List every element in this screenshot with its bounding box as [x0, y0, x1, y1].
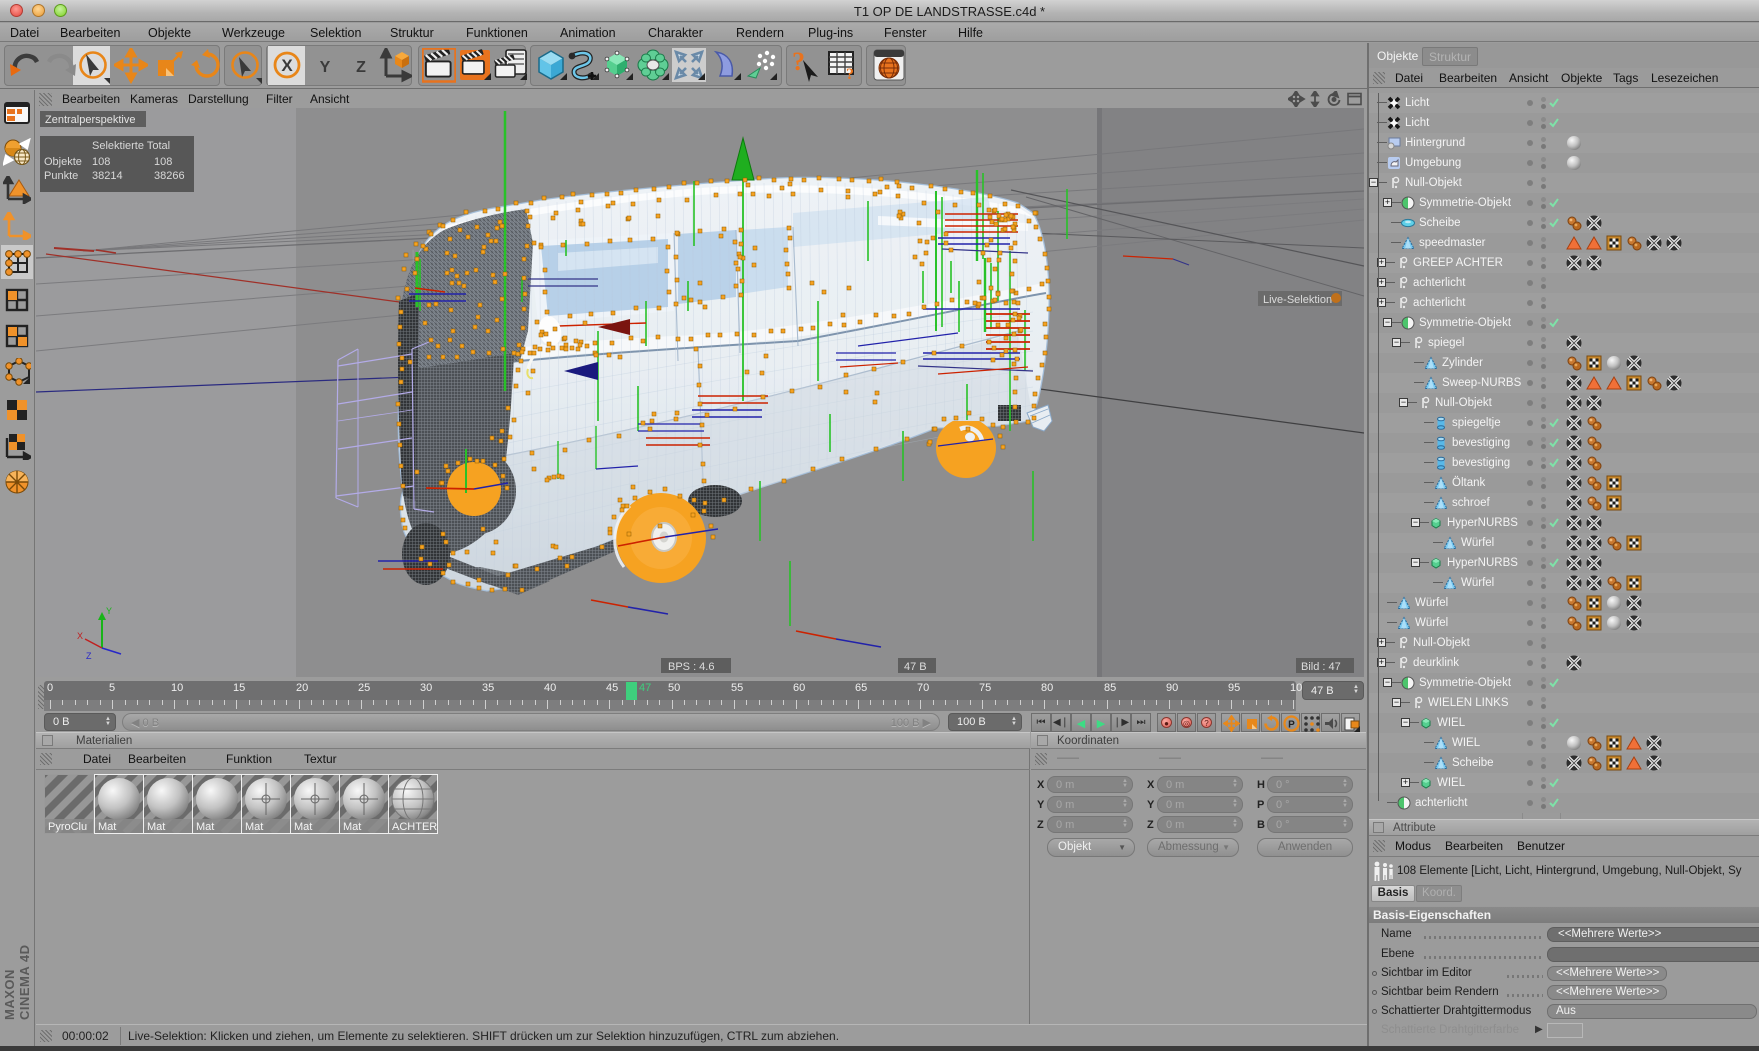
svg-text:BPS : 4.6: BPS : 4.6 [668, 661, 714, 673]
svg-text:PyroClu: PyroClu [48, 821, 87, 833]
svg-text:Y: Y [106, 606, 112, 616]
svg-text:?: ? [846, 66, 854, 83]
svg-text:Punkte: Punkte [44, 170, 78, 182]
svg-text:Objekte: Objekte [44, 156, 82, 168]
svg-text:Live-Selektion: Live-Selektion [1263, 294, 1332, 306]
svg-text:?: ? [792, 48, 805, 76]
svg-text:Mat: Mat [245, 821, 263, 833]
svg-text:Zentralperspektive: Zentralperspektive [45, 114, 136, 126]
svg-text:Mat: Mat [343, 821, 361, 833]
svg-text:Mat: Mat [147, 821, 165, 833]
svg-text:ACHTER: ACHTER [392, 821, 437, 833]
svg-text:Mat: Mat [196, 821, 214, 833]
svg-text:X: X [281, 56, 293, 75]
svg-text:108: 108 [154, 156, 172, 168]
svg-text:X: X [77, 631, 83, 641]
svg-text:38214: 38214 [92, 170, 123, 182]
svg-text:38266: 38266 [154, 170, 185, 182]
svg-text:Mat: Mat [294, 821, 312, 833]
svg-text:Z: Z [86, 651, 92, 661]
svg-text:Y: Y [320, 59, 331, 76]
svg-text:108: 108 [92, 156, 110, 168]
svg-text:P: P [1288, 720, 1295, 731]
svg-text:Z: Z [356, 59, 366, 76]
svg-text:Selektierte Total: Selektierte Total [92, 140, 170, 152]
svg-text:47 B: 47 B [904, 661, 927, 673]
svg-text:Bild : 47: Bild : 47 [1301, 661, 1341, 673]
svg-text:Mat: Mat [98, 821, 116, 833]
